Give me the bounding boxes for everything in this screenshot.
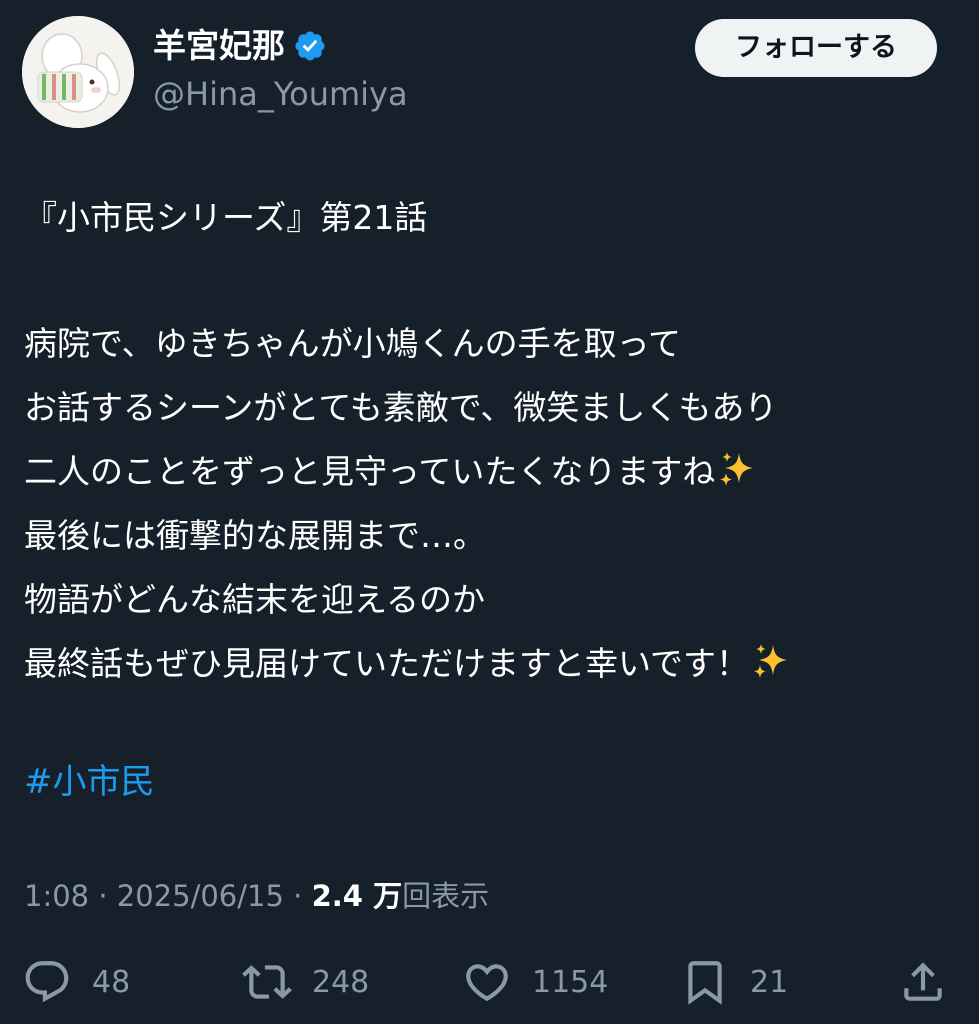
reply-count: 48 <box>92 964 131 1000</box>
like-count: 1154 <box>532 964 609 1000</box>
verified-badge-icon <box>295 31 325 61</box>
heart-icon <box>466 964 508 1002</box>
follow-button[interactable]: フォローする <box>695 19 937 77</box>
tweet-line: 最終話もぜひ見届けていただけますと幸いです！ <box>24 644 750 683</box>
tweet-line-with-sparkle: 二人のことをずっと見守っていたくなりますね <box>24 440 964 504</box>
bookmark-icon <box>688 961 722 1005</box>
sparkles-emoji-icon <box>754 644 788 678</box>
tweet-line-with-sparkle: 最終話もぜひ見届けていただけますと幸いです！ <box>24 632 964 696</box>
views-count[interactable]: 2.4 万 <box>312 879 402 913</box>
tweet-time[interactable]: 1:08 <box>24 879 89 913</box>
display-name[interactable]: 羊宮妃那 <box>153 24 327 68</box>
avatar[interactable] <box>22 16 134 128</box>
meta-separator: · <box>98 879 108 913</box>
tweet-meta: 1:08 · 2025/06/15 · 2.4 万回表示 <box>24 874 489 918</box>
display-name-text: 羊宮妃那 <box>153 26 285 65</box>
tweet-line: 最後には衝撃的な展開まで…。 <box>24 516 486 555</box>
tweet-line: 二人のことをずっと見守っていたくなりますね <box>24 452 716 491</box>
hashtag-link[interactable]: #小市民 <box>24 754 155 810</box>
share-button[interactable] <box>898 956 948 1008</box>
meta-separator: · <box>293 879 303 913</box>
tweet-line: お話するシーンがとても素敵で、微笑ましくもあり <box>24 388 778 427</box>
retweet-button[interactable]: 248 <box>242 956 369 1008</box>
sparkles-emoji-icon <box>720 452 754 486</box>
retweet-icon <box>242 965 292 999</box>
tweet-date[interactable]: 2025/06/15 <box>117 879 284 913</box>
reply-button[interactable]: 48 <box>22 956 130 1008</box>
retweet-count: 248 <box>312 964 370 1000</box>
share-icon <box>904 962 942 1001</box>
reply-icon <box>25 961 69 1003</box>
tweet-line: 病院で、ゆきちゃんが小鳩くんの手を取って <box>24 324 682 363</box>
bookmark-button[interactable]: 21 <box>680 956 788 1008</box>
views-label: 回表示 <box>402 879 490 913</box>
tweet-line: 『小市民シリーズ』第21話 <box>24 198 428 237</box>
like-button[interactable]: 1154 <box>462 956 608 1008</box>
author-handle[interactable]: @Hina_Youmiya <box>153 72 408 116</box>
tweet-line: 物語がどんな結末を迎えるのか <box>24 580 486 619</box>
bookmark-count: 21 <box>750 964 789 1000</box>
avatar-illustration <box>22 16 134 128</box>
